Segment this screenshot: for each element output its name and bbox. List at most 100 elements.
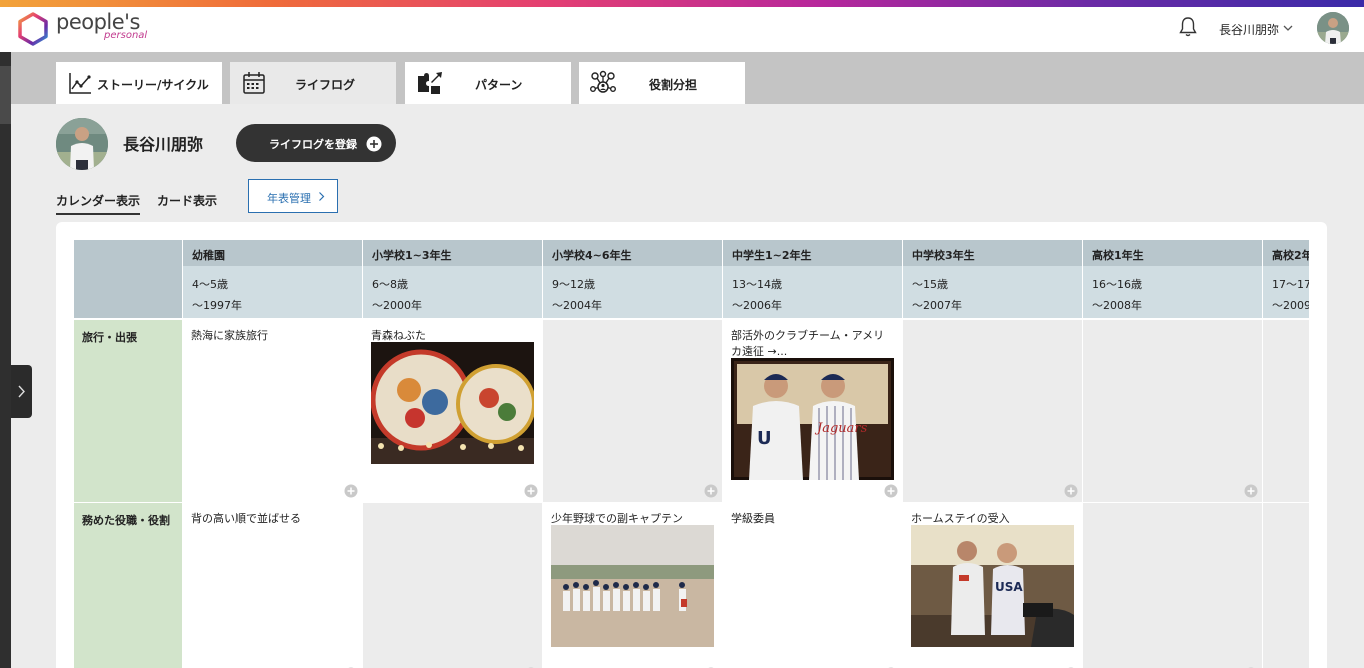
column-year: 〜2009年 (1272, 299, 1309, 312)
column-header: 高校2年生 17〜17歳〜2009年 (1263, 240, 1309, 318)
calendar-cell[interactable]: 少年野球での副キャプテン (543, 503, 722, 668)
column-age: 9〜12歳 (552, 278, 595, 291)
column-age: 17〜17歳 (1272, 278, 1309, 291)
plus-circle-icon (366, 136, 382, 152)
tab-story-cycle[interactable]: ストーリー/サイクル (56, 62, 222, 104)
column-year: 〜2008年 (1092, 299, 1142, 312)
calendar-cell[interactable]: 熱海に家族旅行 (183, 320, 362, 502)
grid-corner (74, 240, 182, 318)
column-title: 中学校3年生 (903, 240, 1082, 266)
calendar-cell[interactable] (903, 320, 1082, 502)
add-entry-icon[interactable] (344, 484, 358, 498)
add-entry-icon[interactable] (704, 484, 718, 498)
column-age: 〜15歳 (912, 278, 948, 291)
brand-sub: personal (104, 30, 148, 41)
column-year: 〜2000年 (372, 299, 422, 312)
column-age: 4〜5歳 (192, 278, 228, 291)
column-title: 高校2年生 (1263, 240, 1309, 266)
left-rail (0, 52, 11, 668)
bell-icon[interactable] (1178, 16, 1198, 38)
cell-text[interactable]: 学級委員 (731, 511, 891, 527)
calendar-cell[interactable] (1083, 503, 1262, 668)
add-entry-icon[interactable] (1244, 484, 1258, 498)
cell-photo[interactable]: USA (911, 525, 1074, 647)
column-age: 16〜16歳 (1092, 278, 1142, 291)
user-menu-name[interactable]: 長谷川朋弥 (1219, 21, 1279, 38)
profile-avatar (56, 118, 108, 170)
add-entry-icon[interactable] (524, 484, 538, 498)
column-title: 小学校1~3年生 (363, 240, 542, 266)
network-icon (590, 70, 616, 93)
calendar-grid[interactable]: 幼稚園 4〜5歳〜1997年 小学校1~3年生 6〜8歳〜2000年 小学校4~6年生 9… (74, 240, 1309, 668)
calendar-card: 幼稚園 4〜5歳〜1997年 小学校1~3年生 6〜8歳〜2000年 小学校4~6年生 9… (56, 222, 1327, 668)
calendar-cell[interactable] (1083, 320, 1262, 502)
line-chart-icon (69, 73, 91, 94)
column-header: 中学生1~2年生 13〜14歳 〜2006年 (723, 240, 902, 318)
column-header: 中学校3年生〜15歳〜2007年 (903, 240, 1082, 318)
column-title: 高校1年生 (1083, 240, 1262, 266)
brand-gradient-bar (0, 0, 1364, 7)
register-lifelog-label: ライフログを登録 (269, 138, 357, 151)
tab-lifelog[interactable]: ライフログ (230, 62, 396, 104)
timeline-manage-button[interactable]: 年表管理 (248, 179, 338, 213)
tab-label: ストーリー/サイクル (97, 78, 209, 92)
tab-bar: ストーリー/サイクル ライフログ パターン 役割分担 (11, 52, 1364, 104)
tab-label: ライフログ (295, 78, 356, 92)
calendar-cell[interactable]: 部活外のクラブチーム・アメリカ遠征 →... U Jaguars (723, 320, 902, 502)
add-entry-icon[interactable] (884, 484, 898, 498)
chevron-right-icon (18, 385, 25, 398)
logo-ring-icon (18, 12, 48, 46)
puzzle-icon (418, 72, 442, 94)
row-header: 務めた役職・役割 (74, 503, 182, 668)
calendar-cell[interactable] (363, 503, 542, 668)
column-year: 〜1997年 (192, 299, 242, 312)
calendar-cell[interactable]: 青森ねぶた (363, 320, 542, 502)
cell-photo[interactable]: U Jaguars (731, 358, 894, 480)
chevron-down-icon[interactable] (1282, 22, 1294, 34)
sidebar-toggle[interactable] (11, 365, 32, 418)
person-photo-icon (1317, 12, 1349, 44)
calendar-icon (243, 72, 265, 94)
timeline-manage-label: 年表管理 (267, 192, 311, 205)
svg-text:USA: USA (995, 580, 1023, 594)
card-view-tab[interactable]: カード表示 (157, 192, 217, 209)
column-age: 6〜8歳 (372, 278, 408, 291)
person-photo-icon (56, 118, 108, 170)
cell-text[interactable]: 背の高い順で並ばせる (191, 511, 351, 527)
cell-text[interactable]: 部活外のクラブチーム・アメリカ遠征 →... (731, 328, 891, 360)
column-header: 幼稚園 4〜5歳〜1997年 (183, 240, 362, 318)
tab-pattern[interactable]: パターン (405, 62, 571, 104)
app-header: people's personal 長谷川朋弥 (0, 7, 1364, 52)
avatar[interactable] (1317, 12, 1349, 44)
column-title: 幼稚園 (183, 240, 362, 266)
tab-label: パターン (475, 78, 523, 92)
column-year: 〜2007年 (912, 299, 962, 312)
cell-photo[interactable] (551, 525, 714, 647)
column-year: 〜2004年 (552, 299, 602, 312)
register-lifelog-button[interactable]: ライフログを登録 (236, 124, 396, 162)
cell-text[interactable]: 熱海に家族旅行 (191, 328, 351, 344)
calendar-cell[interactable] (1263, 503, 1309, 668)
calendar-cell[interactable]: ホームステイの受入 USA (903, 503, 1082, 668)
svg-text:Jaguars: Jaguars (814, 421, 868, 436)
cell-photo[interactable] (371, 342, 534, 464)
tab-role-sharing[interactable]: 役割分担 (579, 62, 745, 104)
column-title: 小学校4~6年生 (543, 240, 722, 266)
chevron-right-icon (319, 192, 325, 201)
calendar-cell[interactable] (543, 320, 722, 502)
column-title: 中学生1~2年生 (723, 240, 902, 266)
profile-name: 長谷川朋弥 (123, 135, 204, 154)
calendar-cell[interactable]: 学級委員 (723, 503, 902, 668)
calendar-view-tab[interactable]: カレンダー表示 (56, 192, 141, 215)
calendar-cell[interactable] (1263, 320, 1309, 502)
column-header: 小学校1~3年生 6〜8歳〜2000年 (363, 240, 542, 318)
column-header: 高校1年生 16〜16歳 〜2008年 (1083, 240, 1262, 318)
svg-text:U: U (757, 428, 772, 449)
row-header: 旅行・出張 (74, 320, 182, 502)
add-entry-icon[interactable] (1064, 484, 1078, 498)
column-header: 小学校4~6年生 9〜12歳〜2004年 (543, 240, 722, 318)
calendar-cell[interactable]: 背の高い順で並ばせる (183, 503, 362, 668)
tab-label: 役割分担 (649, 78, 698, 92)
column-age: 13〜14歳 (732, 278, 782, 291)
column-year: 〜2006年 (732, 299, 782, 312)
